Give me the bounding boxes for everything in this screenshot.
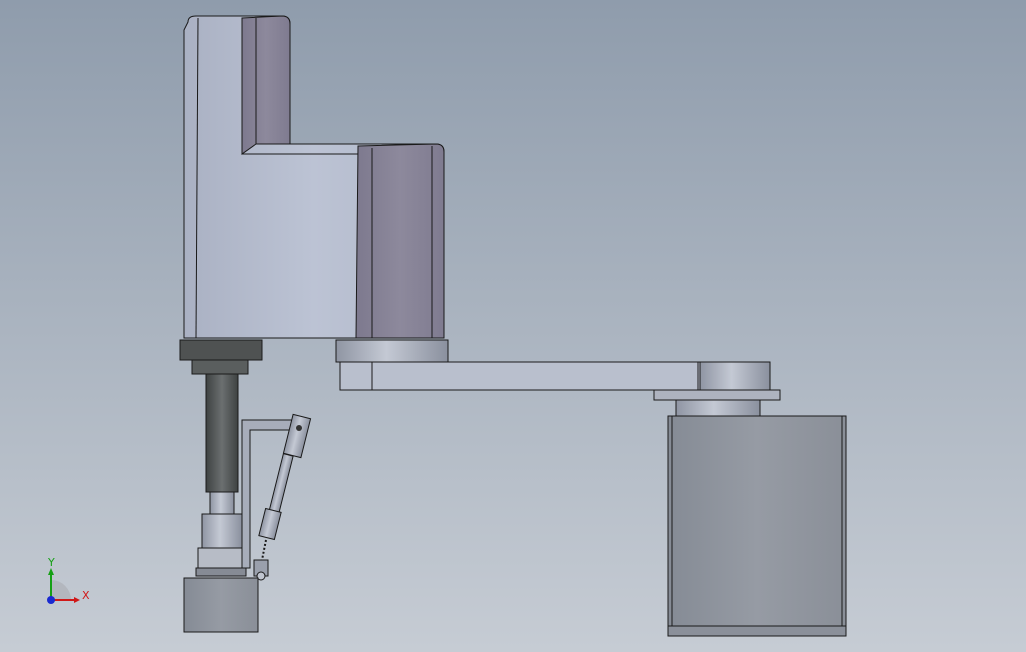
ball-screw-shaft[interactable] <box>205 373 239 515</box>
base-pedestal[interactable] <box>667 415 847 637</box>
upper-housing[interactable] <box>183 15 445 339</box>
z-axis-dot-icon <box>47 596 55 604</box>
spindle-flange[interactable] <box>179 339 263 375</box>
triad-arc-icon <box>51 580 71 600</box>
coordinate-triad: X Y <box>47 556 90 604</box>
end-effector[interactable] <box>183 577 259 633</box>
graphics-viewport[interactable]: X Y <box>0 0 1026 652</box>
joint-hub-2[interactable] <box>653 389 781 417</box>
x-axis-label: X <box>82 589 90 602</box>
y-axis-label: Y <box>47 556 55 569</box>
joint-hub-1[interactable] <box>335 339 449 363</box>
horizontal-arm[interactable] <box>339 361 771 391</box>
pneumatic-cylinder[interactable] <box>253 413 312 581</box>
shaft-collar[interactable] <box>195 513 247 577</box>
scara-robot-model[interactable]: X Y <box>0 0 1026 652</box>
